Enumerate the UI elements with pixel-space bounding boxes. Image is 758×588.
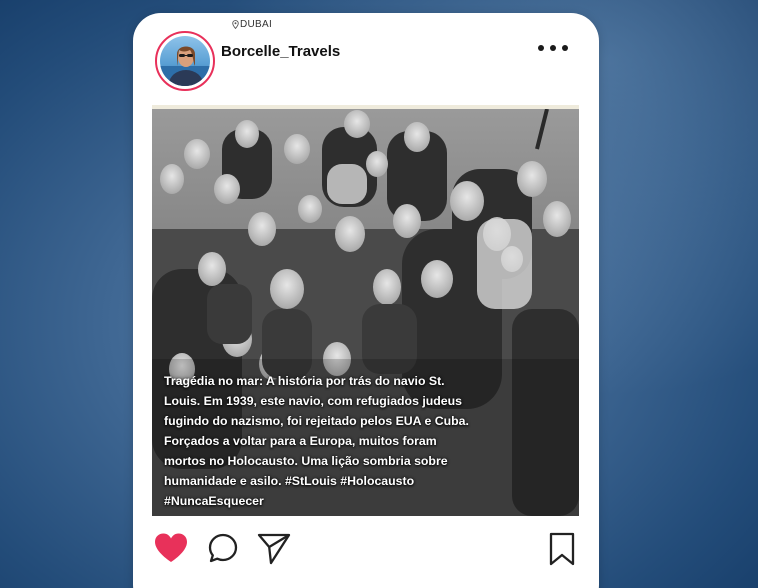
share-icon[interactable] xyxy=(256,531,292,565)
comment-icon[interactable] xyxy=(207,532,239,564)
location-label: DUBAI xyxy=(240,19,273,30)
avatar[interactable] xyxy=(155,31,215,91)
map-pin-icon xyxy=(232,20,239,29)
post-image-frame: Tragédia no mar: A história por trás do … xyxy=(152,105,579,516)
avatar-image xyxy=(160,36,210,86)
post-card: DUBAI Borcelle_Travels Tragédia no mar: … xyxy=(133,13,599,588)
post-location[interactable]: DUBAI xyxy=(232,19,272,30)
more-options-icon[interactable] xyxy=(537,43,569,53)
bookmark-icon[interactable] xyxy=(547,532,577,566)
post-caption: Tragédia no mar: A história por trás do … xyxy=(164,374,469,508)
post-image[interactable]: Tragédia no mar: A história por trás do … xyxy=(152,109,579,516)
heart-icon[interactable] xyxy=(153,532,189,564)
username[interactable]: Borcelle_Travels xyxy=(221,43,340,60)
